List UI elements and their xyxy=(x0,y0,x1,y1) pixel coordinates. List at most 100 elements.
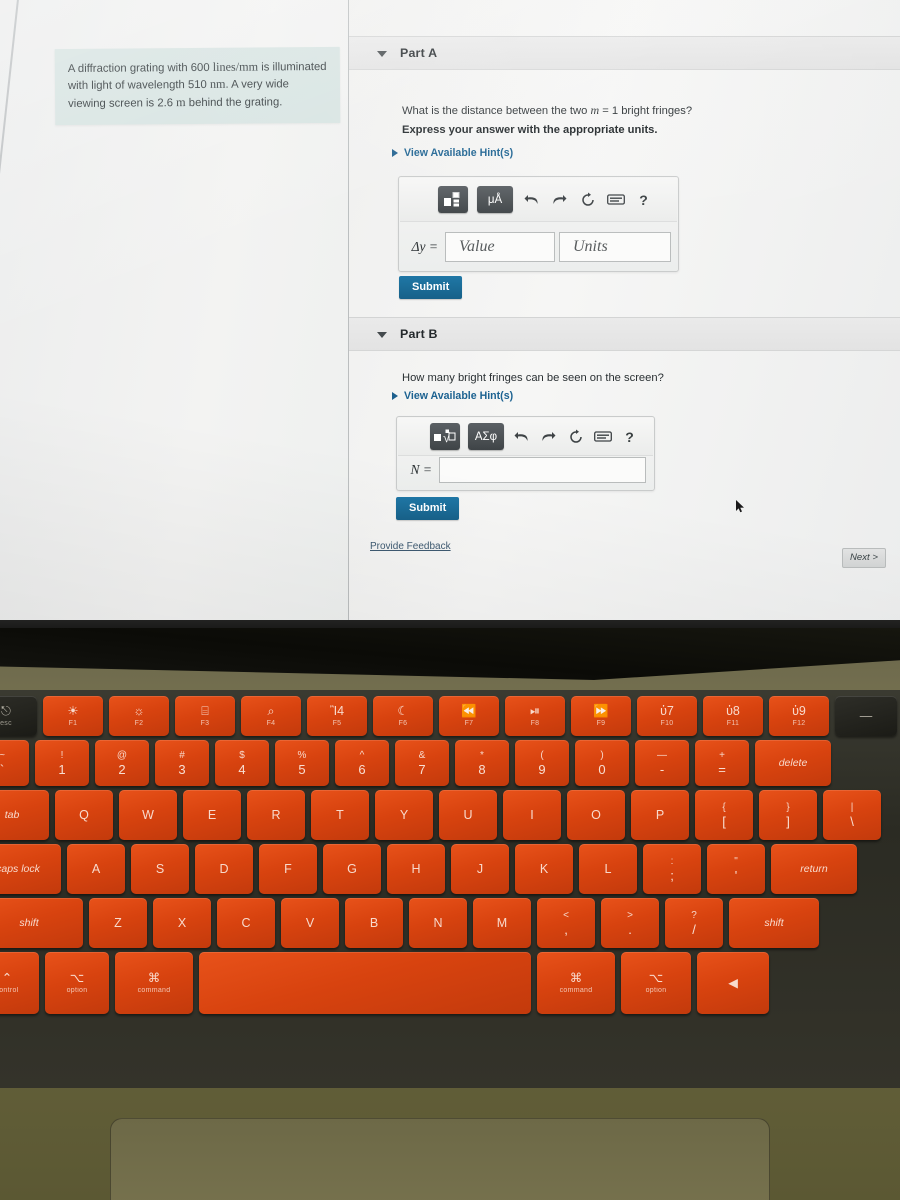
help-icon[interactable]: ? xyxy=(634,190,653,209)
keyboard-icon[interactable] xyxy=(593,427,612,446)
key-q[interactable]: Q xyxy=(55,790,113,840)
key-[interactable]: ⏩ F9 xyxy=(571,696,631,736)
key-[interactable]: — - xyxy=(635,740,689,786)
units-mu-angstrom-icon[interactable]: μÅ xyxy=(477,186,513,213)
key-9[interactable]: ὐ9 F12 xyxy=(769,696,829,736)
key-[interactable]: ☀ F1 xyxy=(43,696,103,736)
key-[interactable]: + = xyxy=(695,740,749,786)
keyboard-icon[interactable] xyxy=(606,190,625,209)
next-button[interactable]: Next > xyxy=(842,548,886,568)
key-[interactable]: <, xyxy=(537,898,595,948)
undo-icon[interactable] xyxy=(522,190,541,209)
part-b-header[interactable]: Part B xyxy=(349,317,900,351)
greek-letters-icon[interactable]: ΑΣφ xyxy=(468,423,504,450)
key-capslock[interactable]: caps lock xyxy=(0,844,61,894)
reset-icon[interactable] xyxy=(566,427,585,446)
key-r[interactable]: R xyxy=(247,790,305,840)
key-9[interactable]: (9 xyxy=(515,740,569,786)
key-g[interactable]: G xyxy=(323,844,381,894)
key-4[interactable]: $4 xyxy=(215,740,269,786)
key-[interactable]: {[ xyxy=(695,790,753,840)
key-c[interactable]: C xyxy=(217,898,275,948)
key-return[interactable]: return xyxy=(771,844,857,894)
part-a-hint-toggle[interactable]: View Available Hint(s) xyxy=(392,147,513,159)
key-[interactable]: ⌃control xyxy=(0,952,39,1014)
key-[interactable]: ⌕ F4 xyxy=(241,696,301,736)
key-[interactable]: ⌘ command xyxy=(115,952,193,1014)
key-[interactable]: ☼ F2 xyxy=(109,696,169,736)
key-[interactable]: ~ ` xyxy=(0,740,29,786)
key-[interactable]: | \ xyxy=(823,790,881,840)
key-o[interactable]: O xyxy=(567,790,625,840)
template-icon[interactable] xyxy=(438,186,468,213)
radical-template-icon[interactable]: √ xyxy=(430,423,460,450)
key-h[interactable]: H xyxy=(387,844,445,894)
part-a-value-input[interactable]: Value xyxy=(445,232,555,262)
key-e[interactable]: E xyxy=(183,790,241,840)
key-[interactable]: ◀ xyxy=(697,952,769,1014)
key-u[interactable]: U xyxy=(439,790,497,840)
key-3[interactable]: #3 xyxy=(155,740,209,786)
key-d[interactable]: D xyxy=(195,844,253,894)
key-[interactable]: :; xyxy=(643,844,701,894)
key-7[interactable]: & 7 xyxy=(395,740,449,786)
key-i[interactable]: I xyxy=(503,790,561,840)
key-[interactable]: ⏪ F7 xyxy=(439,696,499,736)
part-a-header[interactable]: Part A xyxy=(349,36,900,70)
key-s[interactable]: S xyxy=(131,844,189,894)
key-[interactable]: ⏯ F8 xyxy=(505,696,565,736)
key-j[interactable]: J xyxy=(451,844,509,894)
key-p[interactable]: P xyxy=(631,790,689,840)
key-[interactable]: ⌘ command xyxy=(537,952,615,1014)
part-b-submit-button[interactable]: Submit xyxy=(396,497,460,520)
key-l[interactable]: L xyxy=(579,844,637,894)
key-[interactable]: }] xyxy=(759,790,817,840)
part-b-answer-input[interactable] xyxy=(439,457,646,483)
key-[interactable]: ⌸ F3 xyxy=(175,696,235,736)
key-t[interactable]: T xyxy=(311,790,369,840)
redo-icon[interactable] xyxy=(550,190,569,209)
key-[interactable]: ⌥ option xyxy=(621,952,691,1014)
key-shift[interactable]: shift xyxy=(729,898,819,948)
key-n[interactable]: N xyxy=(409,898,467,948)
key-[interactable]: " ' xyxy=(707,844,765,894)
key-8[interactable]: ὐ8 F11 xyxy=(703,696,763,736)
undo-icon[interactable] xyxy=(512,427,531,446)
key-m[interactable]: M xyxy=(473,898,531,948)
key-b[interactable]: B xyxy=(345,898,403,948)
part-b-hint-toggle[interactable]: View Available Hint(s) xyxy=(392,390,513,402)
collapse-caret-icon[interactable] xyxy=(377,330,387,339)
key-delete[interactable]: delete xyxy=(755,740,831,786)
part-a-units-input[interactable]: Units xyxy=(559,232,671,262)
key-4[interactable]: Ἲ4 F5 xyxy=(307,696,367,736)
key-[interactable]: ☾ F6 xyxy=(373,696,433,736)
key-z[interactable]: Z xyxy=(89,898,147,948)
part-a-submit-button[interactable]: Submit xyxy=(399,276,463,299)
key-tab[interactable]: tab xyxy=(0,790,49,840)
key-v[interactable]: V xyxy=(281,898,339,948)
key-2[interactable]: @2 xyxy=(95,740,149,786)
key-[interactable]: ― xyxy=(835,696,897,736)
key-[interactable]: ? / xyxy=(665,898,723,948)
key-0[interactable]: ) 0 xyxy=(575,740,629,786)
key-y[interactable]: Y xyxy=(375,790,433,840)
key-1[interactable]: ! 1 xyxy=(35,740,89,786)
key-[interactable]: ⎋ esc xyxy=(0,696,37,736)
key-f[interactable]: F xyxy=(259,844,317,894)
key-6[interactable]: ^ 6 xyxy=(335,740,389,786)
key-w[interactable]: W xyxy=(119,790,177,840)
key-shift[interactable]: shift xyxy=(0,898,83,948)
reset-icon[interactable] xyxy=(578,190,597,209)
key-[interactable]: ⌥ option xyxy=(45,952,109,1014)
key-5[interactable]: % 5 xyxy=(275,740,329,786)
redo-icon[interactable] xyxy=(539,427,558,446)
key-a[interactable]: A xyxy=(67,844,125,894)
key-x[interactable]: X xyxy=(153,898,211,948)
provide-feedback-link[interactable]: Provide Feedback xyxy=(370,541,451,552)
key-k[interactable]: K xyxy=(515,844,573,894)
collapse-caret-icon[interactable] xyxy=(377,49,387,58)
key-8[interactable]: * 8 xyxy=(455,740,509,786)
key-[interactable]: >. xyxy=(601,898,659,948)
key-7[interactable]: ὐ7 F10 xyxy=(637,696,697,736)
help-icon[interactable]: ? xyxy=(620,427,639,446)
